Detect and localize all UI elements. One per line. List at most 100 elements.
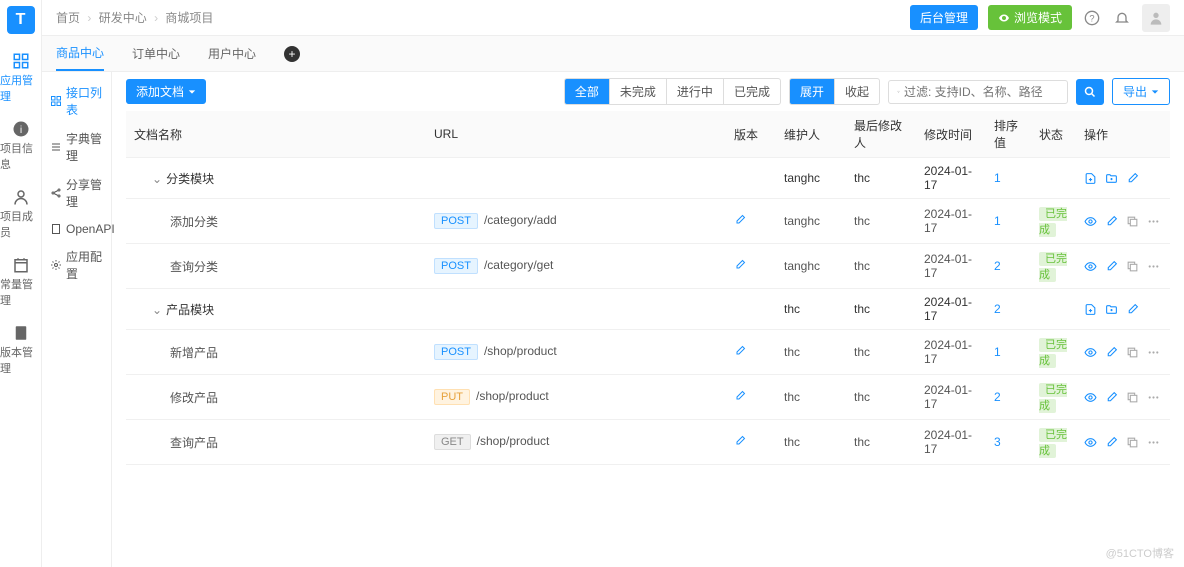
table-group-row[interactable]: ⌄产品模块thcthc2024-01-172 (126, 289, 1170, 330)
method-badge: PUT (434, 389, 470, 405)
add-file-icon[interactable] (1084, 303, 1097, 316)
edit-icon[interactable] (1105, 346, 1118, 359)
edit-icon[interactable] (1105, 260, 1118, 273)
tab-product-center[interactable]: 商品中心 (56, 36, 104, 71)
module-tabs: 商品中心 订单中心 用户中心 + (42, 36, 1184, 72)
filter-progress[interactable]: 进行中 (667, 79, 724, 104)
edit-icon[interactable] (734, 214, 746, 226)
side-menu-item[interactable]: OpenAPI (42, 216, 111, 242)
breadcrumb-item[interactable]: 研发中心 (99, 11, 147, 25)
top-actions: 后台管理 浏览模式 ? (910, 4, 1170, 32)
preview-button[interactable]: 浏览模式 (988, 5, 1072, 30)
add-folder-icon[interactable] (1105, 303, 1118, 316)
bell-icon[interactable] (1112, 8, 1132, 28)
status-badge: 已完成 (1039, 207, 1067, 237)
status-badge: 已完成 (1039, 252, 1067, 282)
table-group-row[interactable]: ⌄分类模块tanghcthc2024-01-171 (126, 158, 1170, 199)
edit-icon[interactable] (734, 435, 746, 447)
edit-icon[interactable] (734, 345, 746, 357)
filter-done[interactable]: 已完成 (724, 79, 780, 104)
more-icon[interactable] (1147, 436, 1160, 449)
method-badge: POST (434, 344, 478, 360)
chevron-right-icon: › (87, 11, 91, 25)
breadcrumb-item[interactable]: 商城项目 (165, 11, 213, 25)
rail-item[interactable]: i项目信息 (0, 112, 41, 180)
rail-item[interactable]: 应用管理 (0, 44, 41, 112)
add-file-icon[interactable] (1084, 172, 1097, 185)
table-row[interactable]: 查询分类POST/category/gettanghcthc2024-01-17… (126, 244, 1170, 289)
more-icon[interactable] (1147, 215, 1160, 228)
add-doc-button[interactable]: 添加文档 (126, 79, 206, 104)
side-menu-item[interactable]: 接口列表 (42, 78, 111, 124)
table-row[interactable]: 修改产品PUT/shop/productthcthc2024-01-172已完成 (126, 375, 1170, 420)
avatar[interactable] (1142, 4, 1170, 32)
search-input[interactable] (904, 85, 1059, 99)
add-tab-button[interactable]: + (284, 46, 300, 62)
view-icon[interactable] (1084, 260, 1097, 273)
copy-icon[interactable] (1126, 215, 1139, 228)
status-badge: 已完成 (1039, 383, 1067, 413)
view-icon[interactable] (1084, 391, 1097, 404)
side-menu-item[interactable]: 字典管理 (42, 124, 111, 170)
search-box[interactable] (888, 80, 1068, 104)
view-icon[interactable] (1084, 346, 1097, 359)
more-icon[interactable] (1147, 391, 1160, 404)
copy-icon[interactable] (1126, 436, 1139, 449)
edit-icon[interactable] (1105, 391, 1118, 404)
copy-icon[interactable] (1126, 346, 1139, 359)
collapse-button[interactable]: 收起 (835, 79, 879, 104)
breadcrumb: 首页 › 研发中心 › 商城项目 (56, 9, 213, 26)
edit-icon[interactable] (734, 390, 746, 402)
col-maintainer: 维护人 (776, 111, 846, 158)
tab-user-center[interactable]: 用户中心 (208, 36, 256, 71)
edit-icon[interactable] (1105, 215, 1118, 228)
chevron-down-icon (188, 88, 196, 96)
col-sort: 排序值 (986, 111, 1031, 158)
edit-icon[interactable] (734, 259, 746, 271)
left-rail: T 应用管理i项目信息项目成员常量管理版本管理 (0, 0, 42, 567)
app-logo[interactable]: T (7, 6, 35, 34)
edit-icon[interactable] (1105, 436, 1118, 449)
tab-order-center[interactable]: 订单中心 (132, 36, 180, 71)
method-badge: POST (434, 258, 478, 274)
col-mtime: 修改时间 (916, 111, 986, 158)
col-modifier: 最后修改人 (846, 111, 916, 158)
rail-item[interactable]: 项目成员 (0, 180, 41, 248)
table-row[interactable]: 查询产品GET/shop/productthcthc2024-01-173已完成 (126, 420, 1170, 465)
status-filter: 全部 未完成 进行中 已完成 (564, 78, 781, 105)
more-icon[interactable] (1147, 260, 1160, 273)
col-url: URL (426, 111, 726, 158)
help-icon[interactable]: ? (1082, 8, 1102, 28)
topbar: 首页 › 研发中心 › 商城项目 后台管理 浏览模式 ? (42, 0, 1184, 36)
filter-all[interactable]: 全部 (565, 79, 610, 104)
table-row[interactable]: 新增产品POST/shop/productthcthc2024-01-171已完… (126, 330, 1170, 375)
side-menu: 接口列表字典管理分享管理OpenAPI应用配置 (42, 72, 112, 567)
view-icon[interactable] (1084, 436, 1097, 449)
view-icon[interactable] (1084, 215, 1097, 228)
table-row[interactable]: 添加分类POST/category/addtanghcthc2024-01-17… (126, 199, 1170, 244)
filter-pending[interactable]: 未完成 (610, 79, 667, 104)
svg-text:i: i (19, 124, 21, 136)
expand-button[interactable]: 展开 (790, 79, 835, 104)
method-badge: GET (434, 434, 471, 450)
breadcrumb-item[interactable]: 首页 (56, 11, 80, 25)
copy-icon[interactable] (1126, 260, 1139, 273)
chevron-down-icon (1151, 88, 1159, 96)
rail-item[interactable]: 常量管理 (0, 248, 41, 316)
edit-icon[interactable] (1126, 303, 1139, 316)
export-button[interactable]: 导出 (1112, 78, 1170, 105)
search-button[interactable] (1076, 79, 1104, 105)
col-status: 状态 (1031, 111, 1076, 158)
edit-icon[interactable] (1126, 172, 1139, 185)
method-badge: POST (434, 213, 478, 229)
add-folder-icon[interactable] (1105, 172, 1118, 185)
col-version: 版本 (726, 111, 776, 158)
backstage-button[interactable]: 后台管理 (910, 5, 978, 30)
side-menu-item[interactable]: 分享管理 (42, 170, 111, 216)
rail-item[interactable]: 版本管理 (0, 316, 41, 384)
side-menu-item[interactable]: 应用配置 (42, 242, 111, 288)
watermark: @51CTO博客 (1106, 545, 1174, 561)
more-icon[interactable] (1147, 346, 1160, 359)
copy-icon[interactable] (1126, 391, 1139, 404)
chevron-right-icon: › (154, 11, 158, 25)
